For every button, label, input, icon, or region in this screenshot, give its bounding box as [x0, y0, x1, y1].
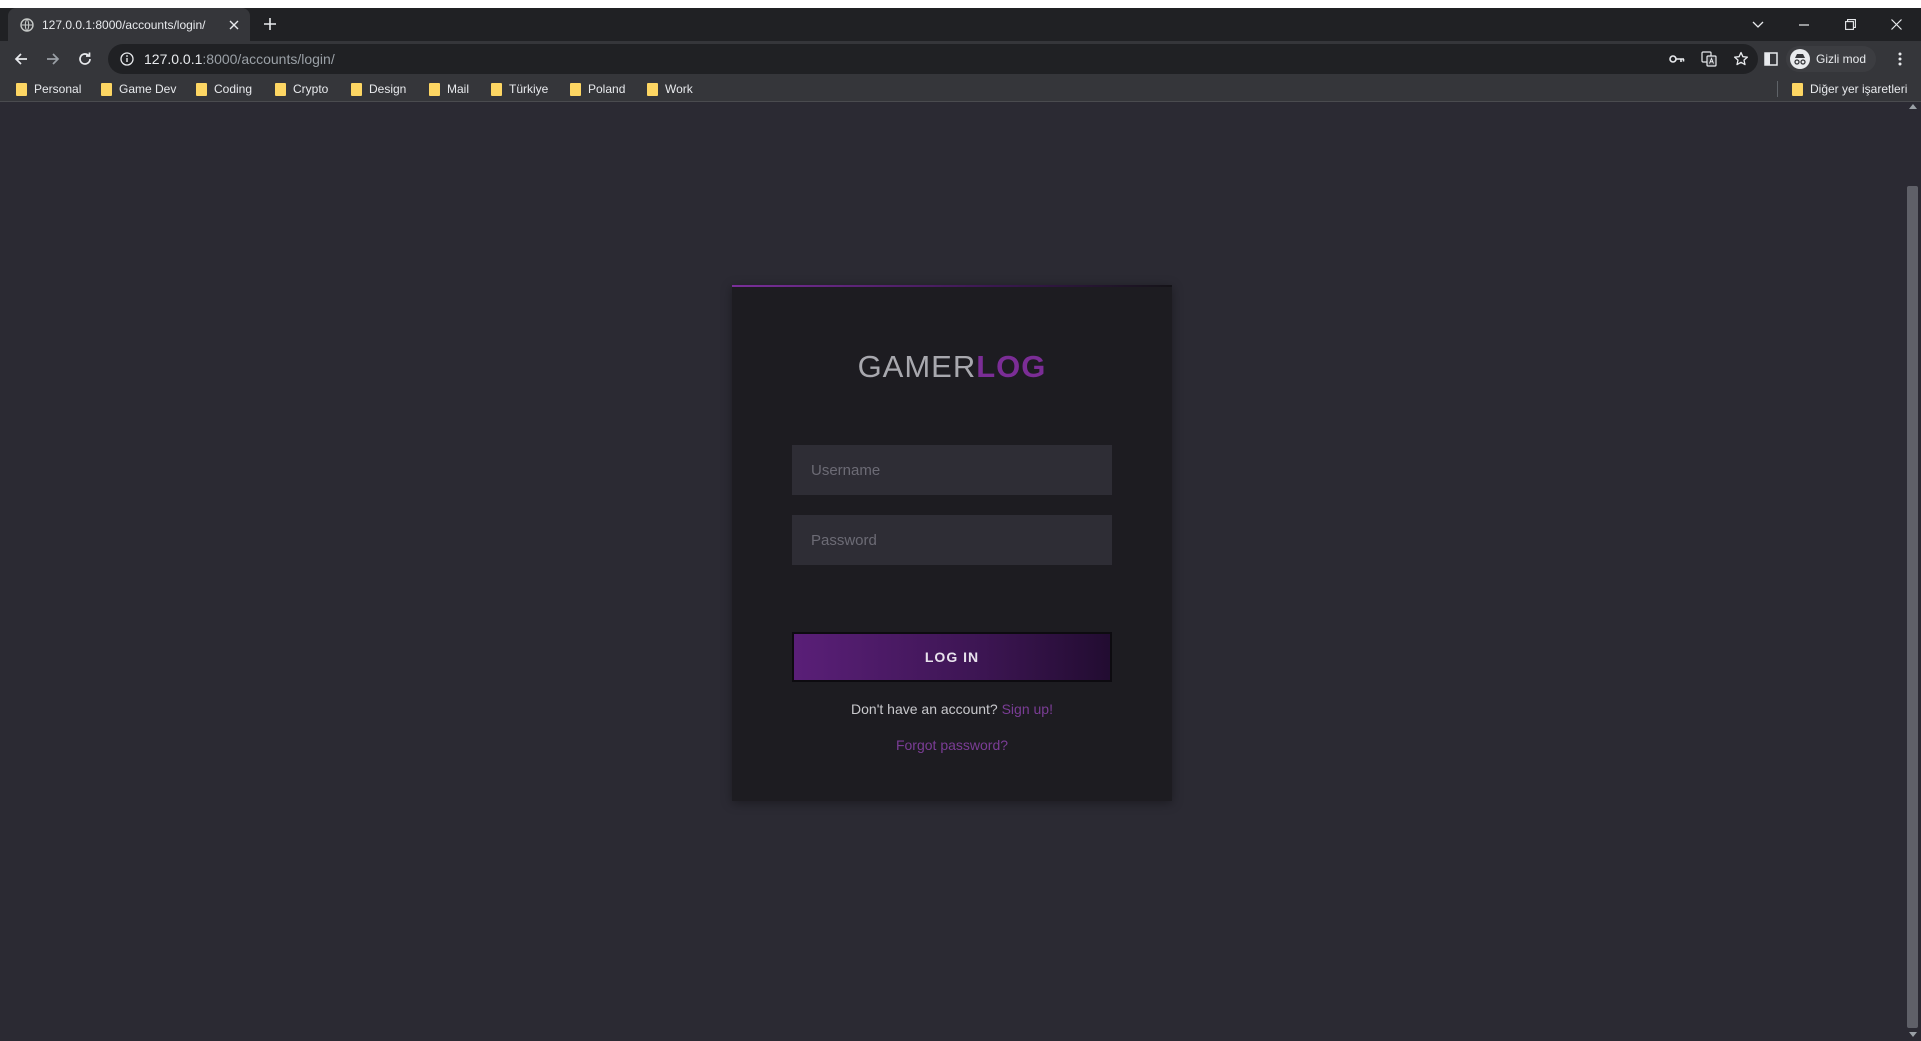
login-button[interactable]: LOG IN [792, 632, 1112, 682]
new-tab-button[interactable] [258, 12, 282, 36]
browser-tab[interactable]: 127.0.0.1:8000/accounts/login/ [8, 8, 250, 41]
translate-icon[interactable] [1698, 48, 1720, 70]
folder-icon [491, 82, 502, 96]
bookmark-label: Crypto [293, 82, 329, 96]
bookmark-folder-mail[interactable]: Mail [429, 79, 469, 99]
back-button[interactable] [7, 45, 35, 73]
screen: 127.0.0.1:8000/accounts/login/ 127.0.0.1… [0, 0, 1921, 1041]
other-bookmarks-folder[interactable]: Diğer yer işaretleri [1792, 79, 1907, 99]
address-bar-actions [1666, 44, 1752, 74]
globe-icon [20, 17, 34, 32]
forgot-password-link[interactable]: Forgot password? [732, 737, 1172, 753]
folder-icon [351, 82, 362, 96]
folder-icon [196, 82, 207, 96]
folder-icon [429, 82, 440, 96]
bookmark-label: Design [369, 82, 407, 96]
bookmark-label: Mail [447, 82, 470, 96]
incognito-label: Gizli mod [1816, 52, 1867, 66]
username-input[interactable] [792, 445, 1112, 495]
info-icon[interactable] [118, 50, 136, 68]
signup-suffix: ! [1049, 701, 1053, 717]
bookmark-label: Türkiye [509, 82, 549, 96]
more-menu-icon[interactable] [1886, 45, 1914, 73]
login-card: GAMERLOG LOG IN Don't have an account? S… [732, 285, 1172, 801]
side-panel-icon[interactable] [1757, 45, 1785, 73]
scrollbar-thumb[interactable] [1907, 186, 1918, 1028]
signup-prompt-text: Don't have an account? [851, 701, 1002, 717]
close-window-button[interactable] [1873, 8, 1919, 41]
url-host: 127.0.0.1 [144, 51, 203, 67]
folder-icon [647, 82, 658, 96]
logo-text-log: LOG [976, 349, 1047, 384]
restore-button[interactable] [1827, 8, 1873, 41]
signup-prompt: Don't have an account? Sign up! [732, 701, 1172, 717]
bookmark-label: Coding [214, 82, 253, 96]
bookmarks-bar: Personal Game Dev Coding Crypto Design M… [0, 77, 1921, 102]
scroll-up-icon[interactable] [1909, 104, 1917, 109]
tab-strip: 127.0.0.1:8000/accounts/login/ [0, 8, 1921, 41]
star-icon[interactable] [1730, 48, 1752, 70]
bookmark-folder-crypto[interactable]: Crypto [275, 79, 328, 99]
bookmarks-divider [1777, 81, 1778, 97]
bookmark-label: Poland [588, 82, 626, 96]
bookmark-label: Diğer yer işaretleri [1810, 82, 1908, 96]
bookmark-label: Personal [34, 82, 82, 96]
browser-window: 127.0.0.1:8000/accounts/login/ 127.0.0.1… [0, 8, 1921, 1041]
bookmark-folder-personal[interactable]: Personal [16, 79, 81, 99]
reload-button[interactable] [71, 45, 99, 73]
url-text: 127.0.0.1:8000/accounts/login/ [144, 51, 335, 67]
bookmark-folder-poland[interactable]: Poland [570, 79, 625, 99]
bookmark-folder-design[interactable]: Design [351, 79, 406, 99]
folder-icon [275, 82, 286, 96]
folder-icon [1792, 82, 1803, 96]
tab-search-button[interactable] [1735, 8, 1781, 41]
address-bar[interactable]: 127.0.0.1:8000/accounts/login/ [108, 44, 1758, 74]
tab-title: 127.0.0.1:8000/accounts/login/ [42, 17, 206, 32]
folder-icon [16, 82, 27, 96]
close-icon[interactable] [222, 13, 246, 37]
page-content: GAMERLOG LOG IN Don't have an account? S… [0, 102, 1905, 1041]
site-logo: GAMERLOG [732, 349, 1172, 385]
bookmark-folder-turkiye[interactable]: Türkiye [491, 79, 548, 99]
minimize-button[interactable] [1781, 8, 1827, 41]
scroll-down-icon[interactable] [1909, 1032, 1917, 1037]
key-icon[interactable] [1666, 48, 1688, 70]
incognito-profile-button[interactable]: Gizli mod [1786, 46, 1877, 72]
bookmark-label: Work [665, 82, 693, 96]
folder-icon [570, 82, 581, 96]
url-path: :8000/accounts/login/ [202, 51, 335, 67]
folder-icon [101, 82, 112, 96]
forward-button[interactable] [39, 45, 67, 73]
bookmark-folder-game-dev[interactable]: Game Dev [101, 79, 176, 99]
bookmark-folder-coding[interactable]: Coding [196, 79, 252, 99]
bookmark-folder-work[interactable]: Work [647, 79, 693, 99]
logo-text-gamer: GAMER [857, 349, 977, 384]
signup-link[interactable]: Sign up [1002, 701, 1049, 717]
vertical-scrollbar[interactable] [1905, 102, 1921, 1041]
incognito-icon [1790, 49, 1810, 69]
bookmark-label: Game Dev [119, 82, 177, 96]
browser-toolbar: 127.0.0.1:8000/accounts/login/ Gizli mod [0, 41, 1921, 77]
password-input[interactable] [792, 515, 1112, 565]
